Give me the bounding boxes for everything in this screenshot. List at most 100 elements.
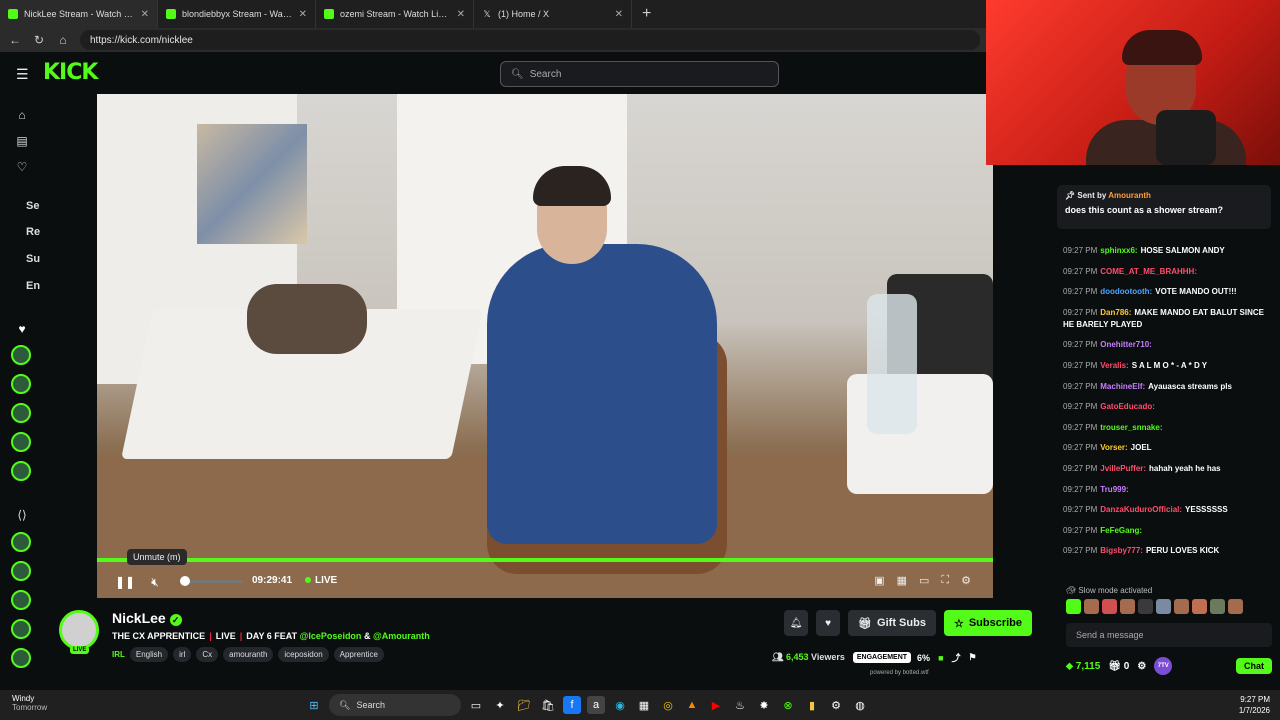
- windows-start-icon[interactable]: ⊞: [305, 696, 323, 714]
- message-user[interactable]: Veralis:: [1100, 361, 1128, 370]
- emote-icon[interactable]: [1210, 599, 1225, 614]
- message-user[interactable]: FeFeGang:: [1100, 526, 1142, 535]
- close-icon[interactable]: ✕: [615, 9, 623, 20]
- channel-avatar[interactable]: [11, 590, 31, 610]
- tag-chip[interactable]: amouranth: [223, 647, 274, 662]
- gift-count[interactable]: 🎁︎ 0: [1108, 661, 1129, 672]
- message-user[interactable]: COME_AT_ME_BRAHHH:: [1100, 267, 1197, 276]
- following-heart-icon[interactable]: ♡: [14, 160, 30, 174]
- tag-chip[interactable]: iceposidon: [278, 647, 329, 662]
- channel-avatar[interactable]: [11, 345, 31, 365]
- task-view-icon[interactable]: ▭: [467, 696, 485, 714]
- message-user[interactable]: GatoEducado:: [1100, 402, 1155, 411]
- message-user[interactable]: Vorser:: [1100, 443, 1127, 452]
- facebook-icon[interactable]: f: [563, 696, 581, 714]
- tag-chip[interactable]: irl: [173, 647, 192, 662]
- settings-gear-icon[interactable]: ⚙: [827, 696, 845, 714]
- store-icon[interactable]: 🛍︎: [539, 696, 557, 714]
- channel-avatar[interactable]: [11, 561, 31, 581]
- amazon-icon[interactable]: a: [587, 696, 605, 714]
- category-link[interactable]: IRL: [112, 650, 125, 659]
- settings-gear-icon[interactable]: ⚙: [961, 574, 971, 587]
- fullscreen-icon[interactable]: ⛶: [941, 574, 949, 587]
- sidebar-item-label[interactable]: En: [26, 280, 40, 292]
- pip-icon[interactable]: ▣: [874, 574, 884, 587]
- menu-icon[interactable]: ☰: [16, 66, 29, 83]
- weather-widget[interactable]: Windy Tomorrow: [12, 694, 47, 712]
- browse-icon[interactable]: ▤: [14, 134, 30, 148]
- chrome-icon[interactable]: ◎: [659, 696, 677, 714]
- channel-points[interactable]: ⬥ 7,115: [1066, 661, 1100, 672]
- chat-input[interactable]: Send a message: [1066, 623, 1272, 647]
- channel-name[interactable]: NickLee ✓: [112, 610, 182, 626]
- message-user[interactable]: Dan786:: [1100, 308, 1131, 317]
- new-tab-plus-icon[interactable]: +: [632, 5, 661, 23]
- close-icon[interactable]: ✕: [457, 9, 465, 20]
- channel-avatar[interactable]: [11, 403, 31, 423]
- home-icon[interactable]: ⌂: [14, 108, 30, 122]
- channel-avatar[interactable]: [11, 532, 31, 552]
- obs-icon[interactable]: ◍: [851, 696, 869, 714]
- emote-icon[interactable]: [1120, 599, 1135, 614]
- kick-logo[interactable]: KICK: [43, 60, 98, 85]
- back-arrow-icon[interactable]: ←: [8, 33, 22, 47]
- gift-subs-button[interactable]: 🎁︎ Gift Subs: [848, 610, 936, 636]
- channel-avatar[interactable]: [11, 461, 31, 481]
- channel-avatar[interactable]: [11, 648, 31, 668]
- calculator-icon[interactable]: ▦: [635, 696, 653, 714]
- emote-icon[interactable]: [1102, 599, 1117, 614]
- home-icon[interactable]: ⌂: [56, 33, 70, 47]
- message-user[interactable]: JvillePuffer:: [1100, 464, 1146, 473]
- app-icon[interactable]: ✸: [755, 696, 773, 714]
- report-flag-icon[interactable]: ⚑: [969, 652, 977, 663]
- file-explorer-icon[interactable]: 📁︎: [515, 696, 533, 714]
- message-user[interactable]: MachineElf:: [1100, 382, 1145, 391]
- message-user[interactable]: Tru999:: [1100, 485, 1128, 494]
- message-user[interactable]: sphinxx6:: [1100, 246, 1137, 255]
- clip-icon[interactable]: ▦: [897, 574, 907, 587]
- tag-chip[interactable]: Cx: [196, 647, 219, 662]
- notification-bell-icon[interactable]: 🔔︎: [784, 610, 809, 636]
- emote-icon[interactable]: [1066, 599, 1081, 614]
- browser-tab[interactable]: ozemi Stream - Watch Live on ✕: [316, 0, 474, 28]
- emote-icon[interactable]: [1138, 599, 1153, 614]
- seventv-icon[interactable]: 7TV: [1154, 657, 1173, 675]
- share-icon[interactable]: ⤴: [952, 651, 961, 664]
- video-player[interactable]: [97, 94, 993, 598]
- sidebar-item-label[interactable]: Re: [26, 226, 40, 238]
- subscribe-button[interactable]: ☆ Subscribe: [943, 610, 1032, 636]
- message-user[interactable]: Onehitter710:: [1100, 340, 1152, 349]
- edge-icon[interactable]: ◉: [611, 696, 629, 714]
- mention-link[interactable]: @IcePoseidon: [300, 631, 362, 641]
- copilot-icon[interactable]: ✦: [491, 696, 509, 714]
- close-icon[interactable]: ✕: [141, 9, 149, 20]
- search-input[interactable]: 🔍︎ Search: [500, 61, 779, 87]
- emote-icon[interactable]: [1174, 599, 1189, 614]
- emote-icon[interactable]: [1156, 599, 1171, 614]
- channel-avatar[interactable]: [11, 619, 31, 639]
- avatar[interactable]: [59, 610, 99, 650]
- message-user[interactable]: DanzaKuduroOfficial:: [1100, 505, 1182, 514]
- sidebar-item-label[interactable]: Su: [26, 253, 40, 265]
- tag-chip[interactable]: Apprentice: [333, 647, 384, 662]
- channel-avatar[interactable]: [11, 374, 31, 394]
- reload-icon[interactable]: ↻: [32, 33, 46, 47]
- volume-slider[interactable]: [182, 580, 242, 583]
- browser-tab[interactable]: blondiebbyx Stream - Watch ✕: [158, 0, 316, 28]
- chat-send-button[interactable]: Chat: [1236, 658, 1272, 674]
- mute-icon[interactable]: 🔇︎: [145, 575, 165, 590]
- emote-icon[interactable]: [1084, 599, 1099, 614]
- follow-heart-icon[interactable]: ♥: [816, 610, 841, 636]
- youtube-icon[interactable]: ▶: [707, 696, 725, 714]
- pinned-user[interactable]: Amouranth: [1108, 191, 1151, 200]
- browser-tab[interactable]: NickLee Stream - Watch Live ✕: [0, 0, 158, 28]
- emote-icon[interactable]: [1228, 599, 1243, 614]
- emote-icon[interactable]: [1192, 599, 1207, 614]
- taskbar-search[interactable]: 🔍︎ Search: [329, 694, 461, 716]
- pinned-message[interactable]: 📌︎ Sent by Amouranth does this count as …: [1057, 185, 1271, 229]
- system-clock[interactable]: 9:27 PM 1/7/2026: [1239, 694, 1270, 716]
- browser-tab[interactable]: 𝕏 (1) Home / X ✕: [474, 0, 632, 28]
- volume-knob[interactable]: [180, 576, 190, 586]
- notes-icon[interactable]: ▮: [803, 696, 821, 714]
- steam-icon[interactable]: ♨: [731, 696, 749, 714]
